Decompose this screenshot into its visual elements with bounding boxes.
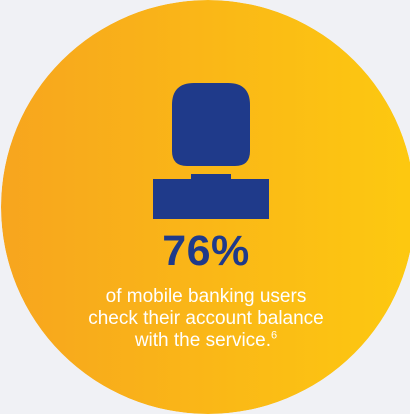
stat-value: 76% — [162, 227, 250, 275]
stat-description-line-2: check their account balance — [88, 308, 324, 329]
person-icon-body — [153, 174, 269, 219]
person-icon-head — [172, 83, 250, 166]
stat-description: of mobile banking users check their acco… — [1, 286, 410, 352]
stat-description-line-3-text: with the service. — [134, 330, 272, 351]
stat-circle: 76% of mobile banking users check their … — [1, 0, 410, 414]
person-icon — [153, 83, 269, 219]
stat-description-line-3: with the service.6 — [1, 330, 410, 352]
footnote-marker: 6 — [271, 329, 278, 342]
stat-description-line-1: of mobile banking users — [105, 286, 307, 307]
